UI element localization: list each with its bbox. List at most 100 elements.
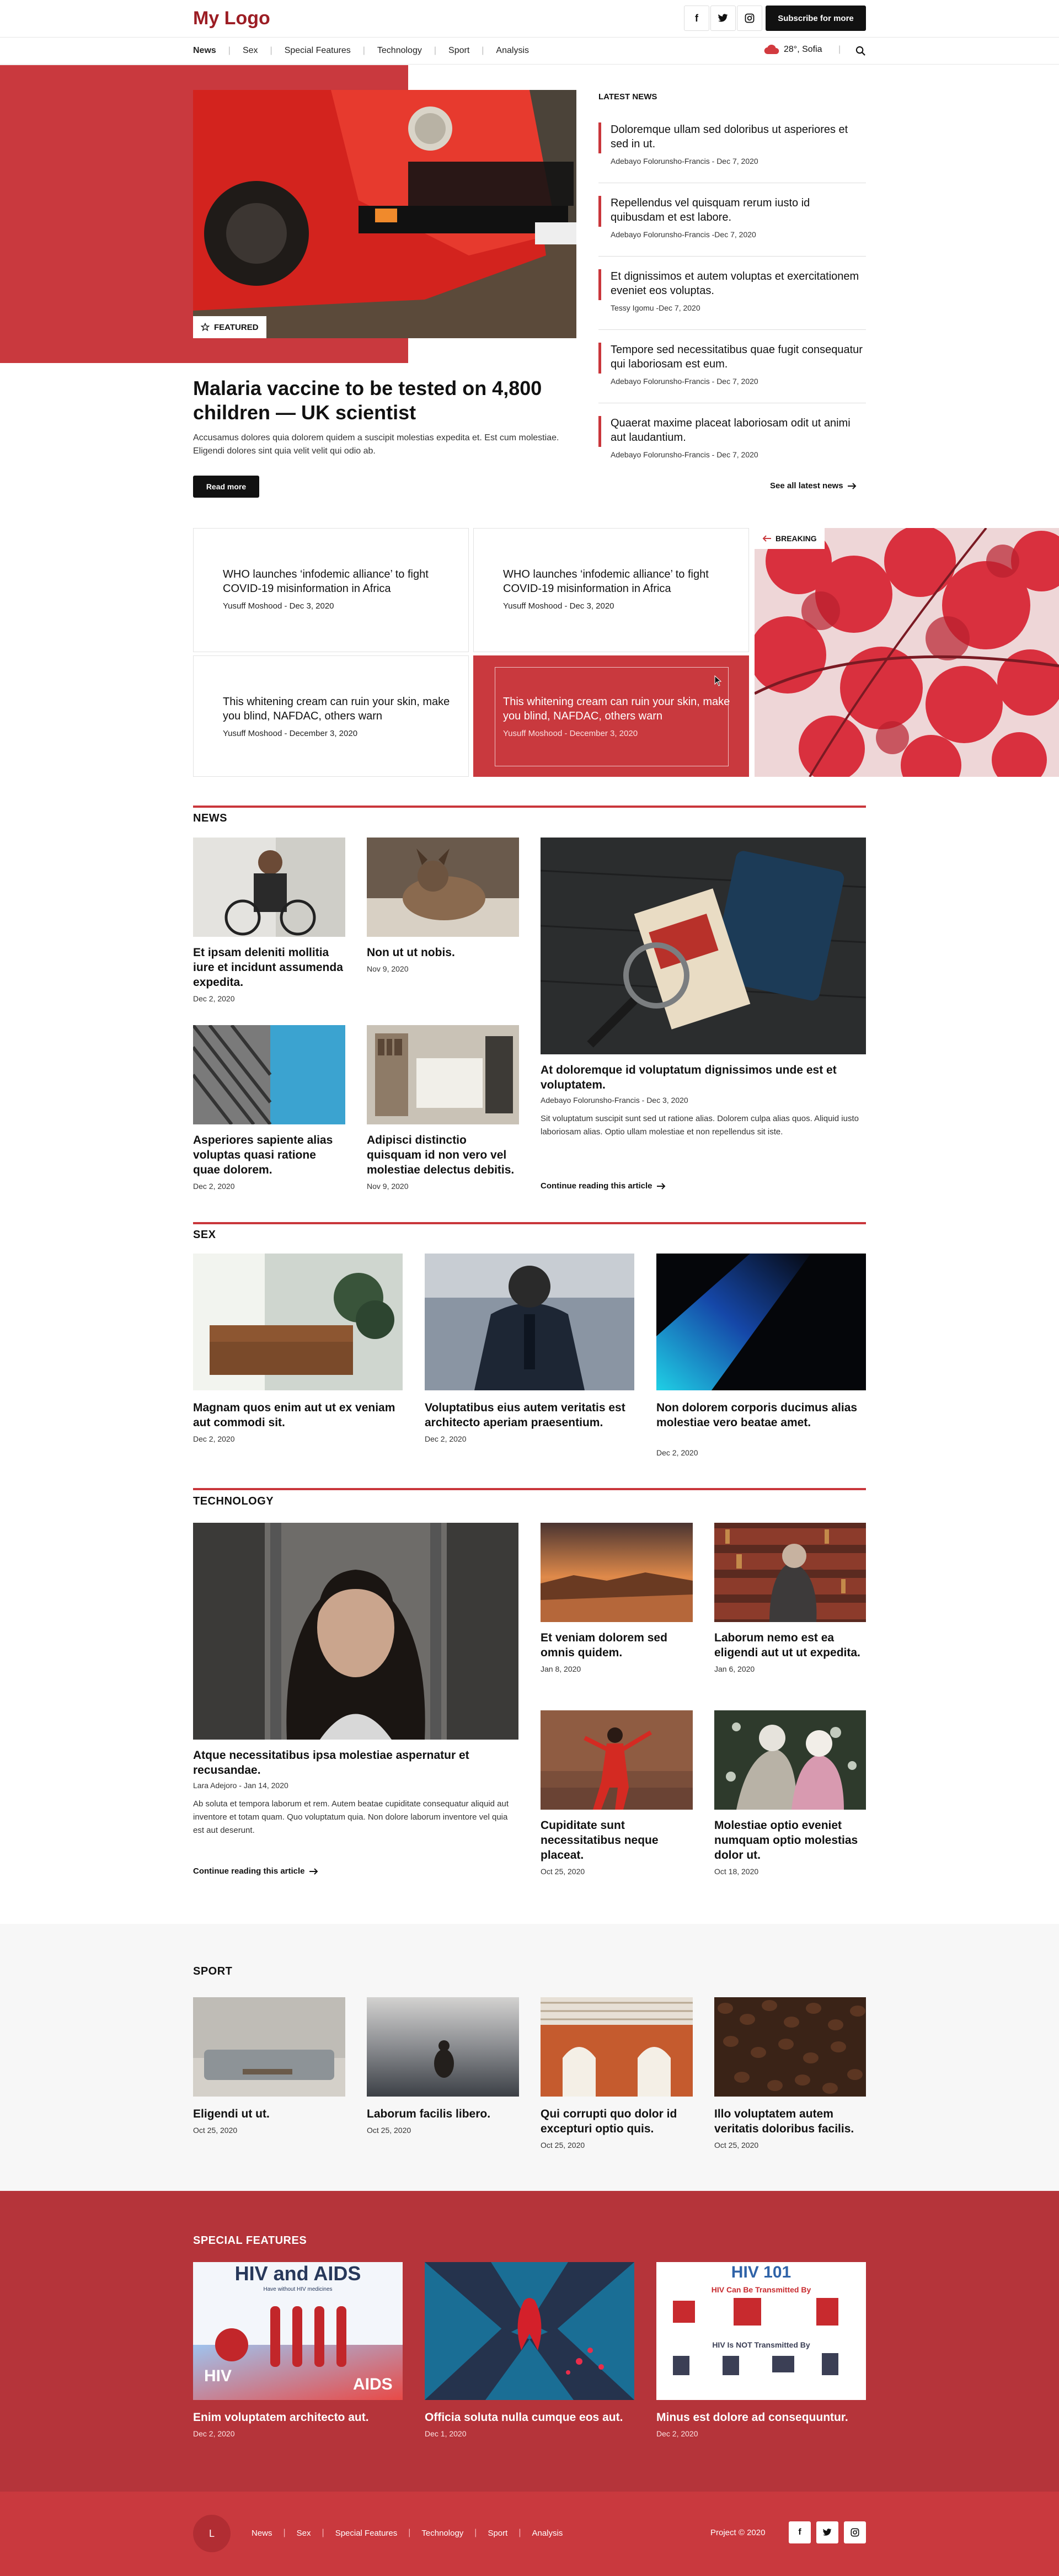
technology-title[interactable]: Molestiae optio eveniet numquam optio mo… xyxy=(714,1818,866,1863)
technology-image[interactable] xyxy=(541,1710,693,1810)
facebook-icon[interactable]: f xyxy=(684,6,709,31)
section-rule xyxy=(193,1222,866,1224)
breaking-card-meta: Yusuff Moshood - Dec 3, 2020 xyxy=(503,601,614,611)
news-title[interactable]: Adipisci distinctio quisquam id non vero… xyxy=(367,1133,519,1177)
technology-image[interactable] xyxy=(714,1710,866,1810)
news-feature-text: Sit voluptatum suscipit sunt sed ut rati… xyxy=(541,1114,859,1137)
hero-image[interactable]: FEATURED xyxy=(193,90,576,338)
nav-item-technology[interactable]: Technology xyxy=(377,46,422,56)
news-image[interactable] xyxy=(193,1025,345,1124)
footer-instagram-icon[interactable] xyxy=(844,2521,866,2543)
latest-news-item[interactable]: Et dignissimos et autem voluptas et exer… xyxy=(598,269,866,330)
technology-title[interactable]: Et veniam dolorem sed omnis quidem. xyxy=(541,1630,693,1660)
sex-title[interactable]: Voluptatibus eius autem veritatis est ar… xyxy=(425,1400,629,1430)
special-title[interactable]: Minus est dolore ad consequuntur. xyxy=(656,2410,866,2425)
footer-link-technology[interactable]: Technology xyxy=(421,2529,463,2538)
news-title[interactable]: Asperiores sapiente alias voluptas quasi… xyxy=(193,1133,345,1177)
breaking-card[interactable]: This whitening cream can ruin your skin,… xyxy=(193,655,469,777)
nav-item-sex[interactable]: Sex xyxy=(243,46,258,56)
sex-title[interactable]: Non dolorem corporis ducimus alias moles… xyxy=(656,1400,860,1430)
nav-divider: | xyxy=(838,45,841,54)
footer-link-sport[interactable]: Sport xyxy=(488,2529,507,2538)
sex-image[interactable] xyxy=(425,1254,634,1390)
latest-news-item[interactable]: Tempore sed necessitatibus quae fugit co… xyxy=(598,343,866,403)
continue-reading-link[interactable]: Continue reading this article xyxy=(193,1866,318,1876)
sport-title[interactable]: Eligendi ut ut. xyxy=(193,2106,345,2121)
technology-image[interactable] xyxy=(541,1523,693,1622)
breaking-image[interactable]: BREAKING xyxy=(755,528,1059,777)
news-image[interactable] xyxy=(193,838,345,937)
breaking-card-title[interactable]: WHO launches ‘infodemic alliance’ to fig… xyxy=(503,567,735,596)
sex-title[interactable]: Magnam quos enim aut ut ex veniam aut co… xyxy=(193,1400,397,1430)
sport-image[interactable] xyxy=(541,1997,693,2097)
technology-title[interactable]: Laborum nemo est ea eligendi aut ut ut e… xyxy=(714,1630,866,1660)
footer-facebook-icon[interactable]: f xyxy=(789,2521,811,2543)
footer-link-news[interactable]: News xyxy=(252,2529,272,2538)
arrow-right-icon xyxy=(656,1182,665,1190)
breaking-card[interactable]: WHO launches ‘infodemic alliance’ to fig… xyxy=(193,528,469,652)
latest-news-title[interactable]: Et dignissimos et autem voluptas et exer… xyxy=(611,269,864,298)
nav-item-news[interactable]: News xyxy=(193,46,216,56)
latest-news-title[interactable]: Repellendus vel quisquam rerum iusto id … xyxy=(611,196,864,225)
special-title[interactable]: Enim voluptatem architecto aut. xyxy=(193,2410,403,2425)
special-title[interactable]: Officia soluta nulla cumque eos aut. xyxy=(425,2410,634,2425)
news-image[interactable] xyxy=(367,838,519,937)
latest-news-title[interactable]: Doloremque ullam sed doloribus ut asperi… xyxy=(611,122,864,151)
latest-news-item[interactable]: Repellendus vel quisquam rerum iusto id … xyxy=(598,196,866,257)
special-image[interactable] xyxy=(425,2262,634,2400)
technology-feature-title[interactable]: Atque necessitatibus ipsa molestiae aspe… xyxy=(193,1748,502,1778)
news-date: Dec 2, 2020 xyxy=(193,994,235,1003)
sport-image[interactable] xyxy=(193,1997,345,2097)
aids-graphic-label: AIDS xyxy=(353,2375,393,2393)
footer-link-sex[interactable]: Sex xyxy=(297,2529,311,2538)
nav-item-analysis[interactable]: Analysis xyxy=(496,46,529,56)
latest-news-title[interactable]: Tempore sed necessitatibus quae fugit co… xyxy=(611,343,864,371)
special-image[interactable]: HIV and AIDS Have without HIV medicines … xyxy=(193,2262,403,2400)
breaking-card-title[interactable]: WHO launches ‘infodemic alliance’ to fig… xyxy=(223,567,454,596)
sport-image[interactable] xyxy=(367,1997,519,2097)
footer-link-analysis[interactable]: Analysis xyxy=(532,2529,563,2538)
sport-title[interactable]: Qui corrupti quo dolor id excepturi opti… xyxy=(541,2106,693,2136)
sport-title[interactable]: Illo voluptatem autem veritatis doloribu… xyxy=(714,2106,866,2136)
logo[interactable]: My Logo xyxy=(193,8,270,29)
subscribe-button[interactable]: Subscribe for more xyxy=(766,6,866,31)
breaking-card[interactable]: WHO launches ‘infodemic alliance’ to fig… xyxy=(473,528,749,652)
read-more-button[interactable]: Read more xyxy=(193,476,259,498)
sex-image[interactable] xyxy=(656,1254,866,1390)
instagram-icon[interactable] xyxy=(737,6,762,31)
footer-link-special-features[interactable]: Special Features xyxy=(335,2529,398,2538)
nav-item-special-features[interactable]: Special Features xyxy=(285,46,351,56)
breaking-card-title[interactable]: This whitening cream can ruin your skin,… xyxy=(223,695,454,723)
sex-image[interactable] xyxy=(193,1254,403,1390)
technology-image[interactable] xyxy=(714,1523,866,1622)
continue-reading-link[interactable]: Continue reading this article xyxy=(541,1181,666,1191)
latest-news-item[interactable]: Doloremque ullam sed doloribus ut asperi… xyxy=(598,122,866,183)
news-title[interactable]: Et ipsam deleniti mollitia iure et incid… xyxy=(193,945,345,990)
cloud-icon xyxy=(764,45,779,55)
see-all-latest-link[interactable]: See all latest news xyxy=(770,481,857,490)
technology-title[interactable]: Cupiditate sunt necessitatibus neque pla… xyxy=(541,1818,693,1863)
latest-news-item[interactable]: Quaerat maxime placeat laboriosam odit u… xyxy=(598,416,866,466)
sport-title[interactable]: Laborum facilis libero. xyxy=(367,2106,519,2121)
footer-twitter-icon[interactable] xyxy=(816,2521,838,2543)
news-feature-title[interactable]: At doloremque id voluptatum dignissimos … xyxy=(541,1063,849,1092)
sport-image[interactable] xyxy=(714,1997,866,2097)
breaking-card-active[interactable]: This whitening cream can ruin your skin,… xyxy=(473,655,749,777)
latest-news-title[interactable]: Quaerat maxime placeat laboriosam odit u… xyxy=(611,416,864,445)
nav-divider: | xyxy=(482,46,484,55)
twitter-icon[interactable] xyxy=(710,6,736,31)
nav-item-sport[interactable]: Sport xyxy=(448,46,469,56)
technology-feature-image[interactable] xyxy=(193,1523,518,1740)
news-image[interactable] xyxy=(367,1025,519,1124)
footer-avatar[interactable]: L xyxy=(193,2515,231,2552)
header: My Logo f Subscribe for more xyxy=(0,0,1059,38)
special-image[interactable]: HIV 101 HIV Can Be Transmitted By HIV Is… xyxy=(656,2262,866,2400)
news-title[interactable]: Non ut ut nobis. xyxy=(367,945,519,960)
hiv101-line1: HIV Can Be Transmitted By xyxy=(711,2285,811,2294)
hero-title[interactable]: Malaria vaccine to be tested on 4,800 ch… xyxy=(193,376,579,425)
search-icon[interactable] xyxy=(855,46,866,56)
breaking-card-title[interactable]: This whitening cream can ruin your skin,… xyxy=(503,695,735,723)
news-feature-image[interactable] xyxy=(541,838,866,1054)
nav-divider: | xyxy=(362,46,365,55)
technology-date: Oct 25, 2020 xyxy=(541,1867,585,1876)
